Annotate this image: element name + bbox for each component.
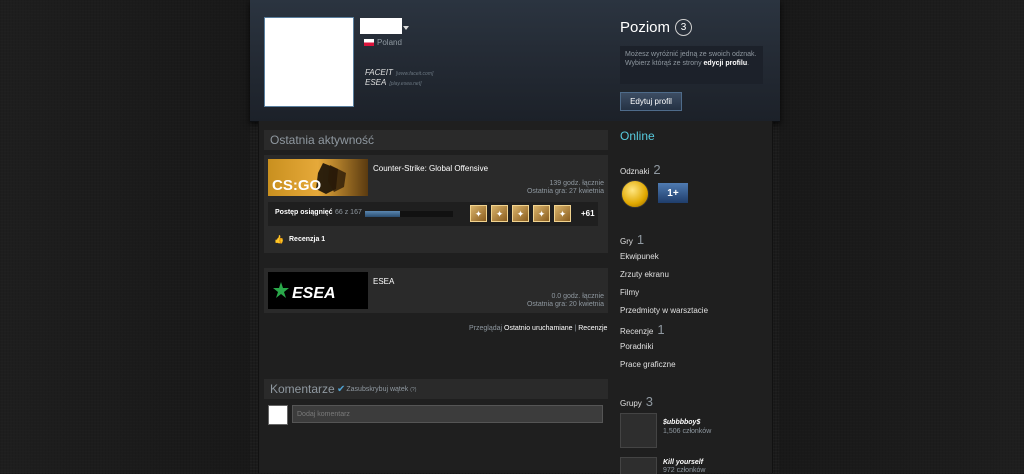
group-avatar[interactable]: [620, 457, 657, 474]
reviews-link[interactable]: Recenzje: [578, 325, 607, 332]
game-block-csgo: CS:GO Counter-Strike: Global Offensive 1…: [264, 155, 608, 253]
recently-played-link[interactable]: Ostatnio uruchamiane: [504, 325, 572, 332]
game-hours-esea: 0.0 godz. łącznie: [551, 293, 604, 300]
games-label[interactable]: Gry: [620, 237, 633, 246]
poland-flag-icon: [364, 39, 374, 46]
groups-count[interactable]: 3: [646, 394, 653, 409]
game-name-esea[interactable]: ESEA: [373, 277, 394, 286]
game-name-csgo[interactable]: Counter-Strike: Global Offensive: [373, 164, 488, 173]
years-badge-icon[interactable]: 1+: [658, 183, 688, 203]
subscribe-help[interactable]: (?): [410, 387, 416, 393]
guides-link[interactable]: Poradniki: [620, 342, 653, 351]
csgo-logo-art: CS:GO: [272, 163, 346, 194]
achievement-count: 66 z 167: [335, 209, 362, 216]
badges-link[interactable]: Odznaki 2: [620, 162, 661, 177]
game-hours-csgo: 139 godz. łącznie: [549, 180, 604, 187]
reviews-sidebar-count[interactable]: 1: [657, 322, 664, 337]
comment-avatar: [268, 405, 288, 425]
recent-activity-title: Ostatnia aktywność: [270, 133, 375, 147]
esea-url[interactable]: [play.esea.net]: [389, 81, 421, 87]
faceit-label[interactable]: FACEIT: [365, 68, 393, 77]
game-block-esea: ESEA ESEA 0.0 godz. łącznie Ostatnia gra…: [264, 268, 608, 313]
activity-footer-links: Przeglądaj Ostatnio uruchamiane | Recenz…: [469, 325, 607, 332]
group-avatar[interactable]: [620, 413, 657, 448]
csgo-logo[interactable]: CS:GO: [268, 159, 368, 196]
esea-label[interactable]: ESEA: [365, 78, 386, 87]
background-right: [779, 0, 1024, 473]
inventory-link[interactable]: Ekwipunek: [620, 252, 659, 261]
level-badge[interactable]: 3: [675, 19, 693, 36]
faceit-url[interactable]: [www.faceit.com]: [396, 71, 434, 77]
csgo-logo-text: CS:GO: [272, 177, 322, 194]
esea-logo-text: ESEA: [292, 285, 336, 302]
subscribe-label[interactable]: Zasubskrybuj wątek: [346, 386, 408, 393]
badges-count[interactable]: 2: [653, 162, 660, 177]
game-stats-esea: 0.0 godz. łącznie Ostatnia gra: 20 kwiet…: [527, 293, 604, 309]
subscribe-thread[interactable]: ✔ Zasubskrybuj wątek (?): [337, 384, 416, 395]
achievement-icon[interactable]: ✦: [554, 205, 571, 222]
edit-profile-button[interactable]: Edytuj profil: [620, 92, 682, 111]
esea-logo[interactable]: ESEA: [268, 272, 368, 309]
achievement-icon[interactable]: ✦: [533, 205, 550, 222]
chevron-down-icon[interactable]: [403, 26, 409, 30]
online-status: Online: [620, 129, 655, 143]
achievement-icon[interactable]: ✦: [491, 205, 508, 222]
country: Poland: [364, 38, 402, 47]
background-left: [0, 0, 250, 473]
screenshots-link[interactable]: Zrzuty ekranu: [620, 270, 669, 279]
groups-label[interactable]: Grupy: [620, 399, 642, 408]
esea-link[interactable]: ESEA [play.esea.net]: [365, 78, 422, 87]
browse-label: Przeglądaj: [469, 325, 503, 332]
achievement-progress-fill: [365, 211, 400, 217]
group-name[interactable]: Kill yourself: [663, 459, 703, 466]
footer-separator: |: [574, 325, 577, 332]
achievement-icon[interactable]: ✦: [470, 205, 487, 222]
games-link[interactable]: Gry 1: [620, 232, 644, 247]
level: Poziom 3: [620, 19, 693, 36]
achievement-more[interactable]: +61: [581, 209, 595, 218]
comments-title: Komentarze: [270, 382, 335, 396]
faceit-link[interactable]: FACEIT [www.faceit.com]: [365, 68, 433, 77]
game-stats-csgo: 139 godz. łącznie Ostatnia gra: 27 kwiet…: [527, 180, 604, 196]
workshop-link[interactable]: Przedmioty w warsztacie: [620, 306, 708, 315]
reviews-sidebar-link[interactable]: Recenzje 1: [620, 322, 665, 337]
country-label: Poland: [377, 38, 402, 47]
edit-profile-link[interactable]: edycji profilu: [704, 60, 748, 67]
comment-input[interactable]: Dodaj komentarz: [292, 405, 603, 423]
coin-badge-icon[interactable]: [621, 180, 649, 208]
achievement-label: Postęp osiągnięć: [275, 209, 333, 216]
recent-activity-header: Ostatnia aktywność: [264, 130, 608, 150]
avatar[interactable]: [264, 17, 354, 107]
badge-hint: Możesz wyróżnić jedną ze swoich odznak. …: [620, 46, 763, 84]
games-count[interactable]: 1: [637, 232, 644, 247]
badge-hint-end: .: [747, 60, 750, 67]
reviews-sidebar-label[interactable]: Recenzje: [620, 327, 653, 336]
checkmark-icon[interactable]: ✔: [337, 384, 345, 395]
videos-link[interactable]: Filmy: [620, 288, 639, 297]
group-members: 1,506 członków: [663, 428, 712, 435]
group-name[interactable]: $ubbbboy$: [663, 419, 700, 426]
level-label: Poziom: [620, 19, 671, 36]
game-last-esea: Ostatnia gra: 20 kwietnia: [526, 301, 604, 308]
persona-name[interactable]: [360, 18, 402, 34]
profile-header: Poland FACEIT [www.faceit.com] ESEA [play.…: [250, 0, 780, 122]
thumbs-up-icon: 👍: [274, 235, 284, 244]
badges-label[interactable]: Odznaki: [620, 167, 649, 176]
artwork-link[interactable]: Prace graficzne: [620, 360, 676, 369]
review-row[interactable]: 👍 Recenzja 1: [268, 231, 598, 248]
achievement-progress-bar: [365, 211, 453, 217]
esea-logo-art: ESEA: [273, 282, 336, 302]
game-last-csgo: Ostatnia gra: 27 kwietnia: [526, 188, 604, 195]
achievement-progress[interactable]: Postęp osiągnięć 66 z 167 ✦ ✦ ✦ ✦ ✦ +61: [268, 202, 598, 226]
review-label[interactable]: Recenzja 1: [289, 236, 325, 243]
groups-link[interactable]: Grupy 3: [620, 394, 653, 409]
achievement-icon[interactable]: ✦: [512, 205, 529, 222]
